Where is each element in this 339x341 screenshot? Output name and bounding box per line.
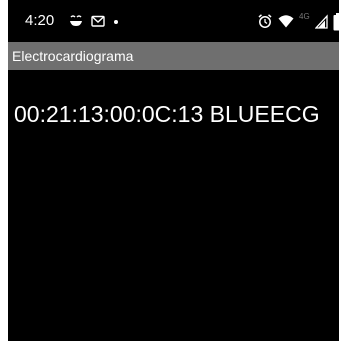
gmail-icon: [90, 13, 106, 29]
weather-icon: [68, 13, 84, 29]
wifi-icon: [278, 13, 294, 29]
list-item[interactable]: 00:21:13:00:0C:13 BLUEECG: [14, 100, 320, 128]
cellular-signal-icon: [314, 13, 328, 29]
network-type-label: 4G: [299, 12, 310, 21]
notification-dot-icon: [112, 13, 120, 29]
app-action-bar: Electrocardiograma: [8, 42, 339, 70]
app-title: Electrocardiograma: [12, 48, 134, 64]
status-notification-icons: [68, 11, 120, 31]
alarm-icon: [257, 13, 273, 29]
status-time: 4:20: [25, 12, 55, 29]
device-list: 00:21:13:00:0C:13 BLUEECG: [8, 70, 339, 341]
status-system-icons: 4G: [257, 10, 339, 32]
battery-icon: [333, 13, 339, 31]
status-bar: 4:20 4G: [8, 0, 339, 42]
phone-screen: 4:20 4G Electrocardiograma 00:21:13:00:0…: [8, 0, 339, 341]
